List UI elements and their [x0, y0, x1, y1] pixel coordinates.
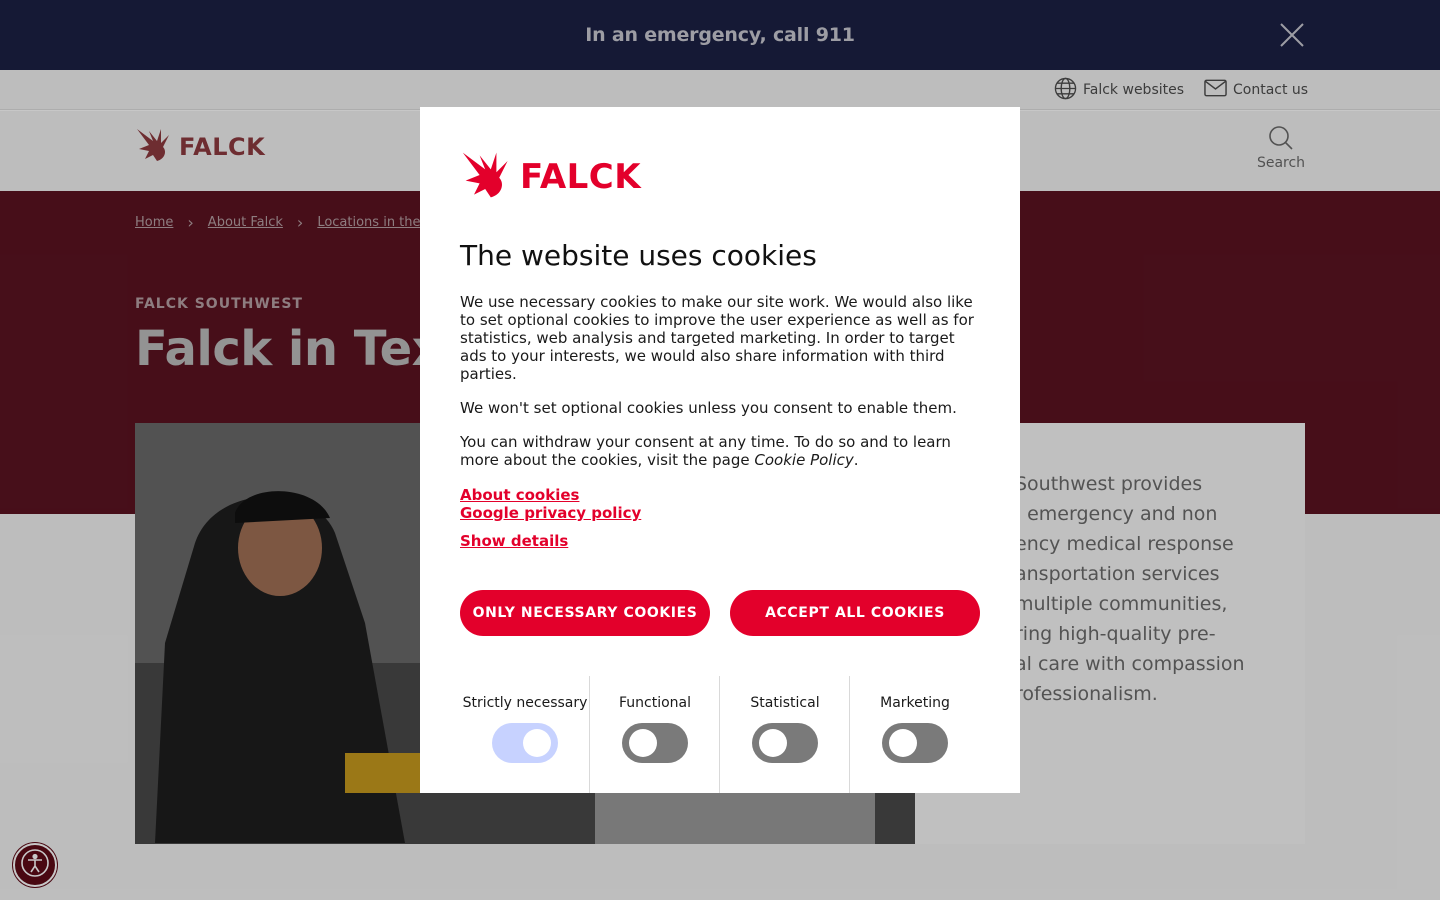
google-privacy-policy-link[interactable]: Google privacy policy — [460, 504, 641, 522]
toggle-knob — [629, 729, 657, 757]
about-cookies-link[interactable]: About cookies — [460, 486, 579, 504]
cookie-category-toggles: Strictly necessary Functional Statistica… — [460, 676, 980, 793]
category-label: Functional — [618, 695, 692, 711]
show-details-link[interactable]: Show details — [460, 532, 568, 550]
cookie-withdraw-text: You can withdraw your consent at any tim… — [460, 433, 951, 469]
strictly-necessary-toggle[interactable] — [492, 723, 558, 763]
category-functional: Functional — [590, 676, 720, 793]
functional-toggle[interactable] — [622, 723, 688, 763]
category-statistical: Statistical — [720, 676, 850, 793]
toggle-knob — [889, 729, 917, 757]
modal-falck-logo: FALCK — [460, 147, 641, 207]
cookie-withdraw-paragraph: You can withdraw your consent at any tim… — [460, 433, 985, 469]
cookie-intro-paragraph: We use necessary cookies to make our sit… — [460, 293, 974, 383]
category-marketing: Marketing — [850, 676, 980, 793]
only-necessary-cookies-button[interactable]: ONLY NECESSARY COOKIES — [460, 590, 710, 636]
cookie-withdraw-suffix: . — [853, 451, 859, 469]
statistical-toggle[interactable] — [752, 723, 818, 763]
toggle-knob — [523, 729, 551, 757]
marketing-toggle[interactable] — [882, 723, 948, 763]
category-label: Statistical — [750, 695, 820, 711]
accept-all-cookies-button[interactable]: ACCEPT ALL COOKIES — [730, 590, 980, 636]
cookie-consent-paragraph: We won't set optional cookies unless you… — [460, 399, 957, 417]
cookie-dialog-title: The website uses cookies — [460, 239, 817, 272]
category-label: Strictly necessary — [462, 695, 588, 711]
cookie-consent-dialog: FALCK The website uses cookies We use ne… — [420, 107, 1020, 793]
toggle-knob — [759, 729, 787, 757]
cookie-policy-reference: Cookie Policy — [754, 451, 854, 469]
category-label: Marketing — [880, 695, 950, 711]
modal-logo-wordmark: FALCK — [520, 157, 642, 197]
category-strictly-necessary: Strictly necessary — [460, 676, 590, 793]
eagle-icon — [460, 147, 516, 207]
